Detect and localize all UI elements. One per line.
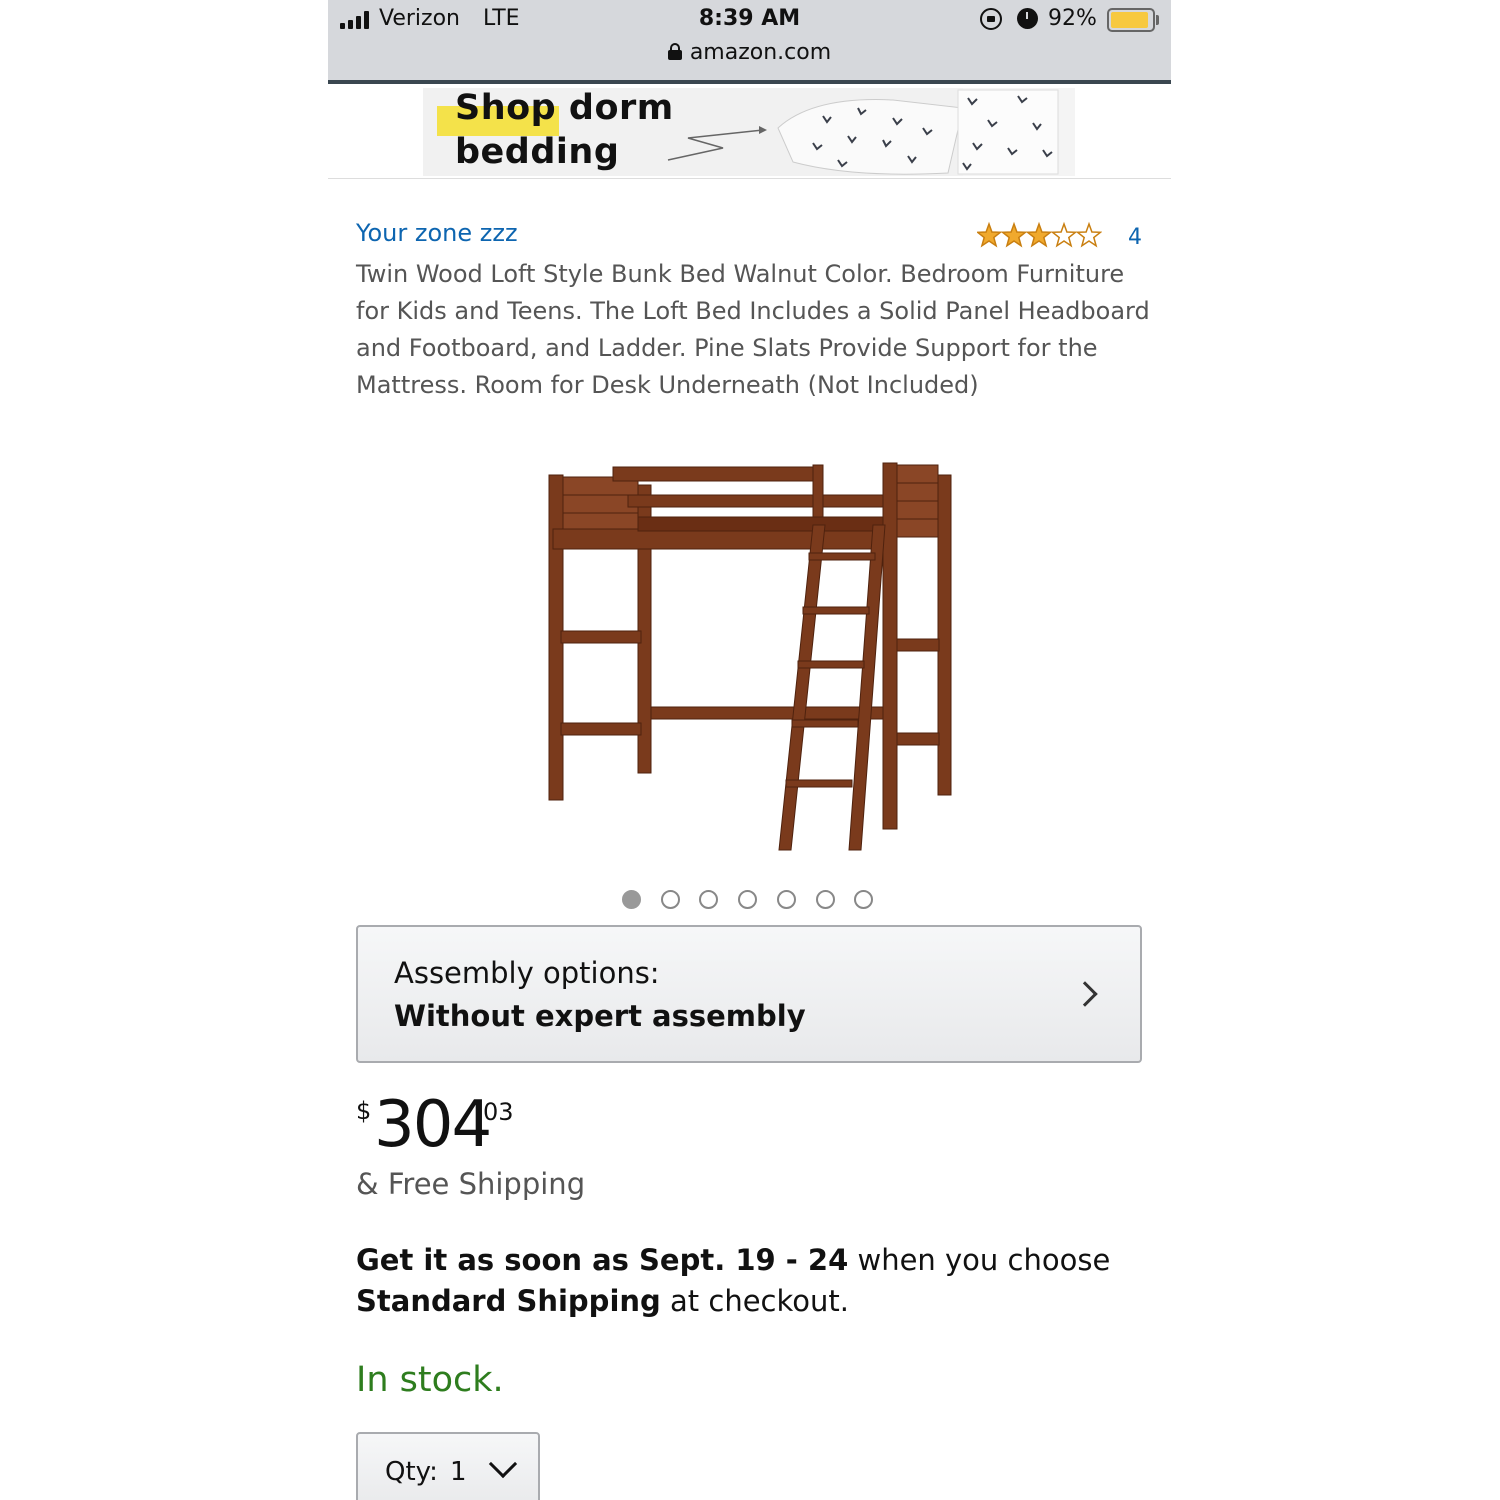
rating-stars[interactable] (977, 221, 1102, 249)
star-empty-icon (1075, 221, 1102, 248)
chevron-down-icon (488, 1449, 518, 1479)
alarm-icon (1017, 8, 1038, 29)
carousel-dot[interactable] (854, 890, 874, 909)
battery-tip (1156, 15, 1159, 25)
delivery-shipping-method: Standard Shipping (356, 1284, 661, 1318)
battery-icon (1107, 8, 1155, 32)
carousel-dot[interactable] (622, 890, 641, 909)
product-title: Twin Wood Loft Style Bunk Bed Walnut Col… (356, 260, 1150, 399)
delivery-text-end: at checkout. (660, 1284, 849, 1318)
assembly-options-button[interactable]: Assembly options: Without expert assembl… (356, 925, 1142, 1063)
stock-status: In stock. (356, 1360, 504, 1400)
carousel-dot[interactable] (738, 890, 758, 909)
brand-link[interactable]: Your zone zzz (356, 219, 518, 247)
price-currency: $ (356, 1097, 372, 1125)
price-fraction: 03 (483, 1098, 514, 1126)
ad-headline-line1: Shop dorm (455, 88, 674, 128)
address-bar[interactable]: amazon.com (328, 40, 1171, 65)
assembly-options-label: Assembly options: (394, 956, 660, 990)
delivery-estimate: Get it as soon as Sept. 19 - 24 when you… (356, 1240, 1136, 1322)
carousel-dot[interactable] (815, 890, 835, 909)
carousel-dot[interactable] (699, 890, 719, 909)
carousel-dot[interactable] (660, 890, 680, 909)
quantity-select[interactable]: Qty: 1 (356, 1432, 540, 1500)
status-bar: Verizon LTE 8:39 AM 92% amazon.com (328, 0, 1171, 84)
delivery-date: Get it as soon as Sept. 19 - 24 (356, 1243, 849, 1277)
carousel-dot[interactable] (776, 890, 796, 909)
star-empty-icon (1050, 221, 1078, 248)
battery-fill (1111, 12, 1148, 28)
star-filled-icon (1000, 221, 1028, 248)
loft-bed-image[interactable] (543, 455, 963, 855)
assembly-options-value: Without expert assembly (394, 999, 806, 1033)
star-filled-icon (977, 221, 1003, 248)
review-count-link[interactable]: 4 (1128, 225, 1142, 250)
rotation-lock-icon (980, 8, 1002, 30)
url-text: amazon.com (689, 40, 832, 65)
divider (328, 178, 1171, 179)
battery-percent: 92% (1048, 6, 1097, 31)
ad-headline-line2: bedding (455, 132, 620, 172)
star-filled-icon (1025, 221, 1053, 248)
ad-banner[interactable]: Shop dorm bedding (423, 88, 1075, 176)
chevron-right-icon (1072, 981, 1098, 1007)
padlock-icon (667, 43, 682, 60)
quantity-value: 1 (450, 1457, 467, 1487)
quantity-label: Qty: (385, 1457, 438, 1487)
phone-screen: Verizon LTE 8:39 AM 92% amazon.com Shop … (328, 0, 1171, 1500)
price-whole: 304 (374, 1088, 492, 1162)
free-shipping-note: & Free Shipping (356, 1167, 586, 1201)
clock-time: 8:39 AM (698, 6, 801, 31)
bedding-pattern-image (667, 88, 1075, 176)
delivery-text-middle: when you choose (848, 1243, 1111, 1277)
